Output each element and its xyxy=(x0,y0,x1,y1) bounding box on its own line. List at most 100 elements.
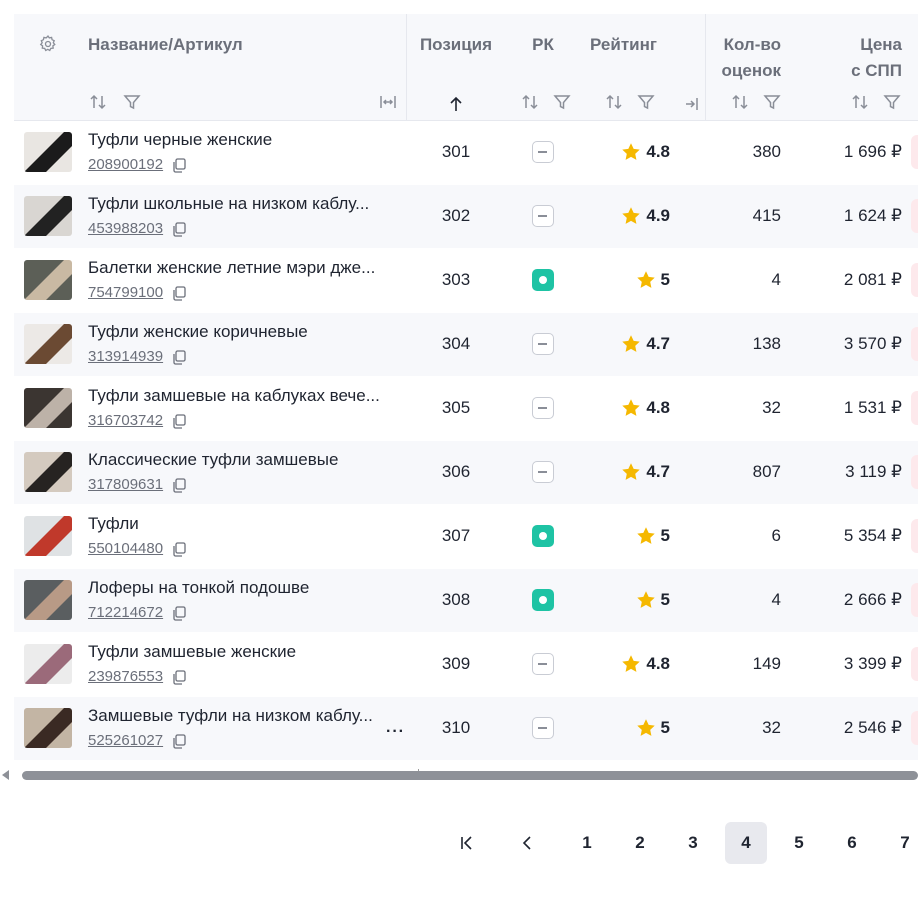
rk-inactive-toggle[interactable] xyxy=(532,141,554,163)
copy-icon[interactable] xyxy=(171,605,187,621)
filter-icon[interactable] xyxy=(552,92,572,112)
product-thumbnail[interactable] xyxy=(24,644,72,684)
copy-icon[interactable] xyxy=(171,733,187,749)
column-header-rk[interactable]: РК xyxy=(520,33,566,57)
rating-cell: 4.9 xyxy=(620,205,670,227)
table-row[interactable]: Лоферы на тонкой подошве 712214672 308 5… xyxy=(14,569,918,632)
product-article-link[interactable]: 208900192 xyxy=(88,156,163,173)
pin-column-icon[interactable] xyxy=(682,94,702,114)
table-row[interactable]: Туфли замшевые на каблуках вече... 31670… xyxy=(14,377,918,440)
product-name[interactable]: Замшевые туфли на низком каблу... xyxy=(88,706,388,726)
table-row[interactable]: Туфли черные женские 208900192 301 4.8 3… xyxy=(14,121,918,184)
rk-active-toggle[interactable] xyxy=(532,589,554,611)
rk-inactive-toggle[interactable] xyxy=(532,397,554,419)
table-row[interactable]: Туфли женские коричневые 313914939 304 4… xyxy=(14,313,918,376)
product-article-link[interactable]: 317809631 xyxy=(88,476,163,493)
product-thumbnail[interactable] xyxy=(24,196,72,236)
page-button-7[interactable]: 7 xyxy=(884,822,918,864)
price-badge xyxy=(911,519,918,553)
filter-icon[interactable] xyxy=(762,92,782,112)
page-button-5[interactable]: 5 xyxy=(778,822,820,864)
copy-icon[interactable] xyxy=(171,477,187,493)
column-header-position[interactable]: Позиция xyxy=(406,33,506,57)
table-row[interactable]: Классические туфли замшевые 317809631 30… xyxy=(14,441,918,504)
product-thumbnail[interactable] xyxy=(24,516,72,556)
product-name[interactable]: Лоферы на тонкой подошве xyxy=(88,578,388,598)
rk-inactive-toggle[interactable] xyxy=(532,653,554,675)
filter-icon[interactable] xyxy=(122,92,142,112)
arrow-up-icon[interactable] xyxy=(446,94,466,114)
product-article-link[interactable]: 712214672 xyxy=(88,604,163,621)
copy-icon[interactable] xyxy=(171,221,187,237)
sort-icon[interactable] xyxy=(730,92,750,112)
page-button-6[interactable]: 6 xyxy=(831,822,873,864)
sort-icon[interactable] xyxy=(850,92,870,112)
column-header-rating[interactable]: Рейтинг xyxy=(590,33,657,57)
rk-inactive-toggle[interactable] xyxy=(532,333,554,355)
product-name[interactable]: Туфли замшевые на каблуках вече... xyxy=(88,386,388,406)
scrollbar-thumb[interactable] xyxy=(22,771,918,780)
product-thumbnail[interactable] xyxy=(24,132,72,172)
copy-icon[interactable] xyxy=(171,669,187,685)
product-thumbnail[interactable] xyxy=(24,708,72,748)
first-page-button[interactable] xyxy=(446,822,488,864)
more-menu-icon[interactable]: ··· xyxy=(386,723,405,741)
column-header-price-line1[interactable]: Цена xyxy=(804,33,902,57)
sort-icon[interactable] xyxy=(88,92,108,112)
product-article-link[interactable]: 239876553 xyxy=(88,668,163,685)
rk-active-toggle[interactable] xyxy=(532,525,554,547)
sort-icon[interactable] xyxy=(604,92,624,112)
table-row[interactable]: Замшевые туфли на низком каблу... 525261… xyxy=(14,697,918,760)
product-name[interactable]: Туфли школьные на низком каблу... xyxy=(88,194,388,214)
reviews-count: 4 xyxy=(771,590,781,609)
scroll-left-arrow-icon[interactable] xyxy=(2,770,9,780)
column-header-price-line2[interactable]: с СПП xyxy=(804,59,902,83)
column-header-reviews-line2[interactable]: оценок xyxy=(704,59,781,83)
product-name[interactable]: Балетки женские летние мэри дже... xyxy=(88,258,388,278)
filter-icon[interactable] xyxy=(882,92,902,112)
column-header-reviews-line1[interactable]: Кол-во xyxy=(704,33,781,57)
table-row[interactable]: Туфли школьные на низком каблу... 453988… xyxy=(14,185,918,248)
page-button-3[interactable]: 3 xyxy=(672,822,714,864)
product-article-link[interactable]: 754799100 xyxy=(88,284,163,301)
product-name[interactable]: Классические туфли замшевые xyxy=(88,450,388,470)
copy-icon[interactable] xyxy=(171,541,187,557)
product-article-link[interactable]: 313914939 xyxy=(88,348,163,365)
product-thumbnail[interactable] xyxy=(24,324,72,364)
copy-icon[interactable] xyxy=(171,285,187,301)
position-value: 301 xyxy=(441,142,471,161)
table-row[interactable]: Туфли замшевые женские 239876553 309 4.8… xyxy=(14,633,918,696)
product-name[interactable]: Туфли женские коричневые xyxy=(88,322,388,342)
product-thumbnail[interactable] xyxy=(24,388,72,428)
product-thumbnail[interactable] xyxy=(24,260,72,300)
copy-icon[interactable] xyxy=(171,157,187,173)
filter-icon[interactable] xyxy=(636,92,656,112)
product-article-link[interactable]: 453988203 xyxy=(88,220,163,237)
copy-icon[interactable] xyxy=(171,413,187,429)
horizontal-scrollbar[interactable] xyxy=(0,770,918,782)
page-button-2[interactable]: 2 xyxy=(619,822,661,864)
rk-inactive-toggle[interactable] xyxy=(532,461,554,483)
resize-column-icon[interactable] xyxy=(378,92,398,112)
product-thumbnail[interactable] xyxy=(24,452,72,492)
product-article-link[interactable]: 316703742 xyxy=(88,412,163,429)
rk-active-toggle[interactable] xyxy=(532,269,554,291)
column-header-name[interactable]: Название/Артикул xyxy=(88,33,243,57)
rk-inactive-toggle[interactable] xyxy=(532,205,554,227)
rk-inactive-toggle[interactable] xyxy=(532,717,554,739)
gear-icon[interactable] xyxy=(38,34,58,54)
page-button-4[interactable]: 4 xyxy=(725,822,767,864)
reviews-column-controls xyxy=(730,92,782,112)
product-thumbnail[interactable] xyxy=(24,580,72,620)
page-button-1[interactable]: 1 xyxy=(566,822,608,864)
product-name[interactable]: Туфли xyxy=(88,514,388,534)
table-row[interactable]: Балетки женские летние мэри дже... 75479… xyxy=(14,249,918,312)
product-article-link[interactable]: 550104480 xyxy=(88,540,163,557)
product-article-link[interactable]: 525261027 xyxy=(88,732,163,749)
table-row[interactable]: Туфли 550104480 307 5 6 5 354 ₽ xyxy=(14,505,918,568)
copy-icon[interactable] xyxy=(171,349,187,365)
prev-page-button[interactable] xyxy=(506,822,548,864)
product-name[interactable]: Туфли замшевые женские xyxy=(88,642,388,662)
product-name[interactable]: Туфли черные женские xyxy=(88,130,388,150)
sort-icon[interactable] xyxy=(520,92,540,112)
